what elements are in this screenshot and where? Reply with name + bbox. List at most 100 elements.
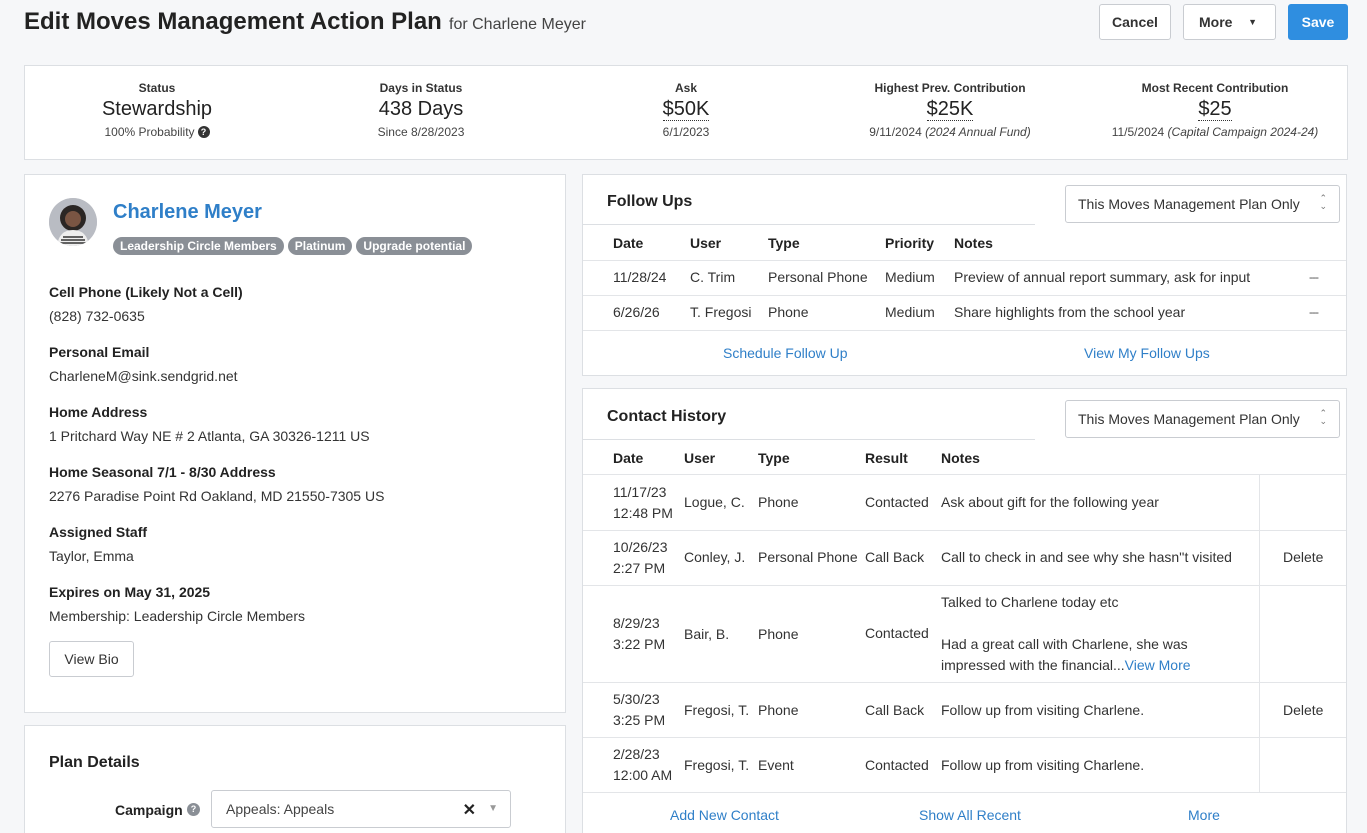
follow-ups-scope-select[interactable]: This Moves Management Plan Only ⌃ ⌄ [1065, 185, 1340, 223]
stats-bar: Status Stewardship 100% Probability? Day… [24, 65, 1348, 160]
cell-type: Phone [758, 702, 799, 718]
column-header-date[interactable]: Date [613, 235, 643, 251]
column-header-user[interactable]: User [684, 450, 715, 466]
divider [583, 682, 1346, 683]
divider [583, 474, 1346, 475]
cell-user: Bair, B. [684, 626, 730, 642]
email-link[interactable]: CharleneM@sink.sendgrid.net [49, 368, 238, 384]
avatar [49, 198, 97, 246]
cell-result: Contacted [865, 494, 929, 510]
plan-details-card: Plan Details Campaign ? Appeals: Appeals… [24, 725, 566, 833]
cell-user: C. Trim [690, 269, 736, 285]
scope-value: This Moves Management Plan Only [1078, 411, 1300, 427]
cell-date-time: 3:22 PM [613, 636, 666, 652]
cell-type: Event [758, 757, 794, 773]
stat-value[interactable]: $25 [1083, 98, 1347, 121]
column-header-notes[interactable]: Notes [954, 235, 993, 251]
row-menu-icon[interactable]: --- [1309, 270, 1319, 284]
view-bio-button[interactable]: View Bio [49, 641, 134, 677]
notes-line: impressed with the financial... [941, 657, 1125, 673]
delete-link[interactable]: Delete [1283, 547, 1323, 568]
highest-amount[interactable]: $25K [926, 98, 974, 121]
sort-updown-icon: ⌃ ⌄ [1319, 408, 1327, 426]
divider [583, 737, 1346, 738]
cell-type: Personal Phone [758, 549, 858, 565]
field-label: Home Seasonal 7/1 - 8/30 Address [49, 464, 276, 480]
divider [583, 585, 1346, 586]
membership-link[interactable]: Membership: Leadership Circle Members [49, 608, 305, 624]
divider [583, 295, 1346, 296]
cell-date-time: 12:00 AM [613, 767, 673, 783]
column-header-user[interactable]: User [690, 235, 721, 251]
stat-label: Days in Status [379, 81, 463, 95]
cell-type: Phone [768, 304, 809, 320]
cell-notes: Call to check in and see why she hasn''t… [941, 549, 1232, 565]
plan-details-title: Plan Details [49, 754, 140, 771]
stat-sub-note: (Capital Campaign 2024-24) [1167, 125, 1319, 139]
column-header-date[interactable]: Date [613, 450, 643, 466]
column-divider [1259, 475, 1260, 793]
contact-name-link[interactable]: Charlene Meyer [113, 201, 262, 224]
stat-value[interactable]: $25K [818, 98, 1082, 121]
divider [583, 330, 1346, 331]
follow-ups-panel: Follow Ups This Moves Management Plan On… [582, 174, 1347, 376]
cell-notes: Share highlights from the school year [954, 304, 1186, 320]
contact-history-title: Contact History [607, 408, 727, 425]
stat-sub-note: (2024 Annual Fund) [925, 125, 1031, 139]
stat-value[interactable]: $50K [554, 98, 818, 121]
cell-date: 11/28/24 [613, 269, 667, 285]
cell-date: 8/29/23 3:22 PM [613, 613, 665, 655]
stat-label: Ask [674, 81, 697, 95]
contact-history-scope-select[interactable]: This Moves Management Plan Only ⌃ ⌄ [1065, 400, 1340, 438]
column-header-type[interactable]: Type [758, 450, 790, 466]
chevron-down-icon[interactable]: ▼ [488, 803, 498, 814]
row-menu-icon[interactable]: --- [1309, 305, 1319, 319]
divider [583, 792, 1346, 793]
cancel-button[interactable]: Cancel [1099, 4, 1171, 40]
cell-date-time: 12:48 PM [613, 505, 673, 521]
campaign-label: Campaign [115, 802, 183, 818]
field-label: Personal Email [49, 344, 150, 360]
stat-value: 438 Days [378, 98, 464, 120]
field-label: Home Address [49, 404, 148, 420]
stat-sub: 100% Probability? [25, 125, 289, 139]
help-icon[interactable]: ? [187, 803, 200, 816]
recent-amount[interactable]: $25 [1198, 98, 1232, 121]
column-header-notes[interactable]: Notes [941, 450, 980, 466]
stat-value: Stewardship [101, 98, 213, 120]
column-header-result[interactable]: Result [865, 450, 908, 466]
column-header-type[interactable]: Type [768, 235, 800, 251]
delete-link[interactable]: Delete [1283, 700, 1323, 721]
view-my-follow-ups-link[interactable]: View My Follow Ups [1084, 345, 1210, 361]
notes-line: Talked to Charlene today etc [941, 594, 1119, 610]
cell-date-day: 5/30/23 [613, 691, 660, 707]
home-address-link[interactable]: 1 Pritchard Way NE # 2 Atlanta, GA 30326… [49, 428, 370, 444]
cell-user: Fregosi, T. [684, 757, 750, 773]
add-new-contact-link[interactable]: Add New Contact [670, 807, 779, 823]
notes-line: Had a great call with Charlene, she was [941, 636, 1188, 652]
schedule-follow-up-link[interactable]: Schedule Follow Up [723, 345, 848, 361]
badge: Leadership Circle Members [113, 237, 284, 255]
cell-user: Logue, C. [684, 494, 745, 510]
avatar-image [49, 198, 97, 246]
stat-sub: 9/11/2024 (2024 Annual Fund) [818, 125, 1082, 139]
cell-date-time: 3:25 PM [613, 712, 666, 728]
campaign-select[interactable]: Appeals: Appeals ✕ ▼ [211, 790, 511, 828]
show-all-recent-link[interactable]: Show All Recent [919, 807, 1021, 823]
divider [583, 224, 1035, 225]
column-header-priority[interactable]: Priority [885, 235, 934, 251]
phone-link[interactable]: (828) 732-0635 [49, 308, 145, 324]
more-button[interactable]: More ▼ [1183, 4, 1276, 40]
field-label: Cell Phone (Likely Not a Cell) [49, 284, 243, 300]
ask-amount[interactable]: $50K [662, 98, 710, 121]
cell-notes: Follow up from visiting Charlene. [941, 702, 1145, 718]
stat-label: Status [138, 81, 176, 95]
help-icon[interactable]: ? [197, 126, 210, 138]
field-label: Expires on May 31, 2025 [49, 584, 211, 600]
clear-icon[interactable]: ✕ [463, 800, 476, 820]
field-label: Assigned Staff [49, 524, 148, 540]
save-button[interactable]: Save [1288, 4, 1348, 40]
view-more-link[interactable]: View More [1125, 657, 1191, 673]
seasonal-address-link[interactable]: 2276 Paradise Point Rd Oakland, MD 21550… [49, 488, 384, 504]
more-link[interactable]: More [1188, 807, 1220, 823]
